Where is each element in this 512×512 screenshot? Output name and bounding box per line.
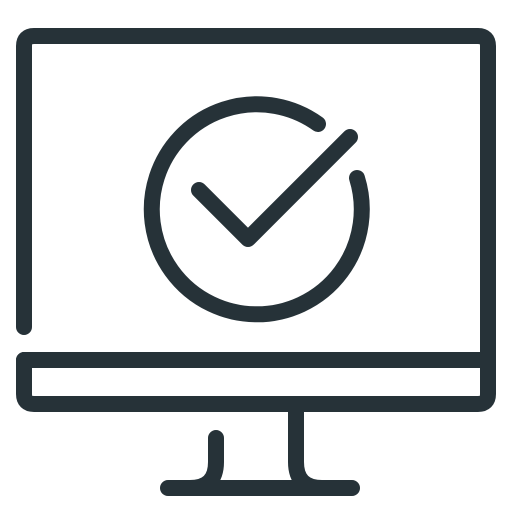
check-circle xyxy=(143,96,370,323)
monitor-stand-right xyxy=(288,404,330,496)
check-mark xyxy=(191,129,358,247)
icon-canvas xyxy=(0,0,512,512)
monitor-checkmark-icon xyxy=(16,28,496,496)
